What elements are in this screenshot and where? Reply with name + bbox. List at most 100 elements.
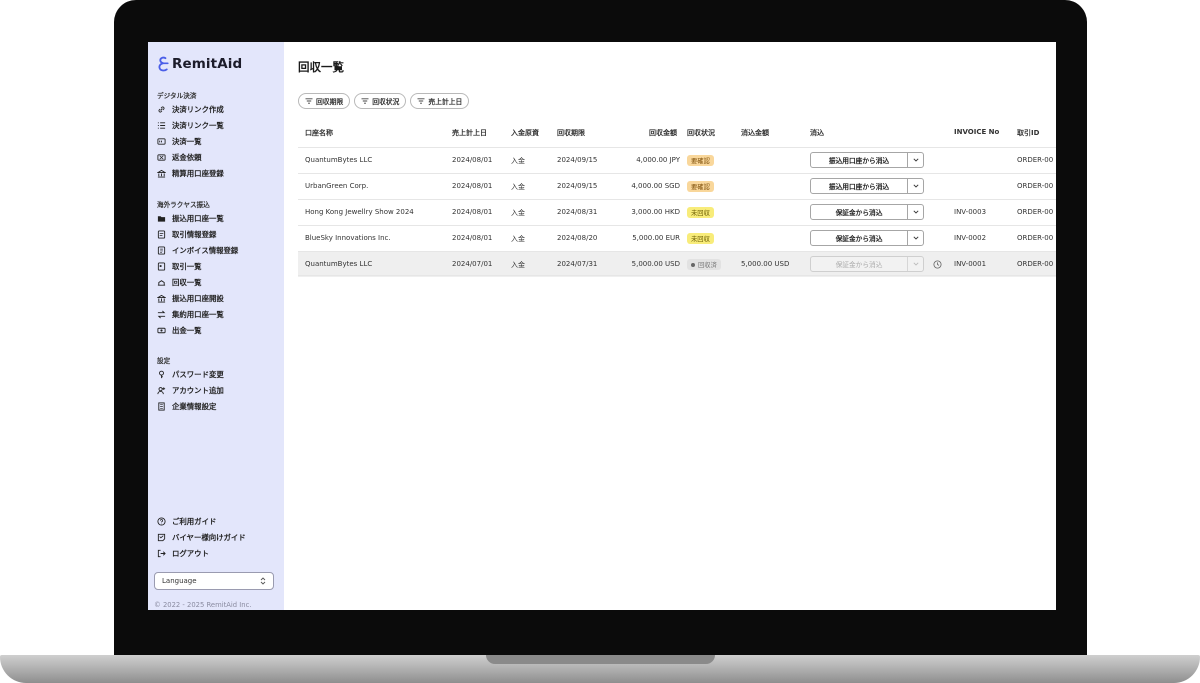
sidebar-item-label: パスワード変更	[172, 370, 224, 379]
sidebar-item-user-guide[interactable]: ご利用ガイド	[157, 516, 216, 527]
sidebar-item-transfer-account-open[interactable]: 振込用口座開設	[157, 293, 224, 304]
language-select[interactable]: Language	[154, 572, 274, 590]
table-bottom-divider	[298, 275, 1056, 276]
sidebar-item-label: 決済リンク作成	[172, 105, 224, 114]
cell-transaction-id: ORDER-00	[1017, 260, 1054, 268]
cell-cleared-amount: 5,000.00 USD	[741, 260, 790, 268]
sidebar-item-payment-link-list[interactable]: 決済リンク一覧	[157, 120, 224, 131]
cell-due-date: 2024/08/20	[557, 234, 598, 242]
page-title: 回収一覧	[298, 60, 344, 74]
clearing-dropdown-button[interactable]	[908, 179, 923, 193]
column-header-invoice-no[interactable]: INVOICE No	[954, 128, 999, 136]
form-icon	[157, 230, 166, 239]
laptop-notch	[486, 655, 715, 664]
sidebar-item-label: 振込用口座一覧	[172, 214, 224, 223]
cell-invoice-no: INV-0003	[954, 208, 987, 216]
sidebar-item-transaction-register[interactable]: 取引情報登録	[157, 229, 216, 240]
status-badge: 回収済	[687, 259, 721, 270]
cell-transaction-id: ORDER-00	[1017, 156, 1054, 164]
sidebar-item-refund-request[interactable]: 返金依頼	[157, 152, 202, 163]
sidebar-item-settlement-account[interactable]: 精算用口座登録	[157, 168, 224, 179]
clock-icon[interactable]	[933, 260, 942, 269]
cell-sales-date: 2024/08/01	[452, 156, 493, 164]
help-icon	[157, 517, 166, 526]
column-header-status[interactable]: 回収状況	[687, 128, 715, 138]
clearing-dropdown-button	[908, 257, 923, 271]
column-header-source[interactable]: 入金原資	[511, 128, 539, 138]
status-badge: 未回収	[687, 233, 714, 244]
column-header-sales-date[interactable]: 売上計上日	[452, 128, 487, 138]
column-header-clearing[interactable]: 消込	[810, 128, 824, 138]
filter-chip-label: 回収状況	[372, 98, 400, 106]
clearing-action-button[interactable]: 振込用口座から消込	[811, 179, 908, 193]
sidebar-item-payment-list[interactable]: 決済一覧	[157, 136, 202, 147]
cell-transaction-id: ORDER-00	[1017, 182, 1054, 190]
clearing-split-button: 保証金から消込	[810, 230, 924, 246]
collect-icon	[157, 278, 166, 287]
chevron-down-icon	[912, 262, 919, 266]
brand-mark-icon	[158, 56, 169, 72]
cell-invoice-no: INV-0001	[954, 260, 987, 268]
table-row[interactable]: Hong Kong Jewellry Show 2024 2024/08/01 …	[298, 199, 1056, 225]
column-header-cleared-amount[interactable]: 消込金額	[741, 128, 769, 138]
sidebar-item-collection-list[interactable]: 回収一覧	[157, 277, 202, 288]
column-header-transaction-id[interactable]: 取引ID	[1017, 128, 1039, 138]
user-add-icon	[157, 386, 166, 395]
table-row[interactable]: BlueSky Innovations Inc. 2024/08/01 入金 2…	[298, 225, 1056, 251]
status-badge-label: 要確認	[691, 184, 710, 191]
sidebar-item-label: アカウント追加	[172, 386, 224, 395]
cell-invoice-no: INV-0002	[954, 234, 987, 242]
cell-sales-date: 2024/08/01	[452, 182, 493, 190]
sidebar-item-label: 決済リンク一覧	[172, 121, 224, 130]
key-icon	[157, 370, 166, 379]
filter-chip-label: 回収期限	[316, 98, 344, 106]
status-badge: 要確認	[687, 181, 714, 192]
clearing-action-button: 保証金から消込	[811, 257, 908, 271]
clearing-action-button[interactable]: 保証金から消込	[811, 205, 908, 219]
sidebar-item-label: 出金一覧	[172, 326, 202, 335]
sidebar-item-logout[interactable]: ログアウト	[157, 548, 209, 559]
link-icon	[157, 105, 166, 114]
sidebar-item-password-change[interactable]: パスワード変更	[157, 369, 224, 380]
status-badge: 要確認	[687, 155, 714, 166]
filter-chip-status[interactable]: 回収状況	[354, 93, 407, 109]
sidebar: RemitAid デジタル決済 決済リンク作成 決済リンク一覧 決済一覧 返金依…	[148, 42, 284, 610]
cell-due-date: 2024/08/31	[557, 208, 598, 216]
table-row[interactable]: QuantumBytes LLC 2024/08/01 入金 2024/09/1…	[298, 147, 1056, 173]
card-icon	[157, 137, 166, 146]
clearing-split-button: 振込用口座から消込	[810, 152, 924, 168]
cell-sales-date: 2024/08/01	[452, 208, 493, 216]
clearing-dropdown-button[interactable]	[908, 153, 923, 167]
clearing-dropdown-button[interactable]	[908, 231, 923, 245]
column-header-amount[interactable]: 回収金額	[649, 128, 677, 138]
sidebar-item-create-payment-link[interactable]: 決済リンク作成	[157, 104, 224, 115]
cell-amount: 5,000.00 EUR	[632, 234, 680, 242]
section-title-settings: 設定	[157, 357, 171, 365]
sidebar-item-invoice-register[interactable]: インボイス情報登録	[157, 245, 238, 256]
sidebar-item-transfer-account-list[interactable]: 振込用口座一覧	[157, 213, 224, 224]
column-header-due-date[interactable]: 回収期限	[557, 128, 585, 138]
cell-sales-date: 2024/08/01	[452, 234, 493, 242]
column-header-account-name[interactable]: 口座名称	[305, 128, 333, 138]
table-row[interactable]: QuantumBytes LLC 2024/07/01 入金 2024/07/3…	[298, 251, 1056, 277]
section-title-digital-payment: デジタル決済	[157, 92, 197, 100]
clearing-dropdown-button[interactable]	[908, 205, 923, 219]
sidebar-item-account-add[interactable]: アカウント追加	[157, 385, 224, 396]
sidebar-item-consolidation-account-list[interactable]: 集約用口座一覧	[157, 309, 224, 320]
clearing-action-button[interactable]: 振込用口座から消込	[811, 153, 908, 167]
status-badge-label: 回収済	[698, 262, 717, 269]
sidebar-item-company-settings[interactable]: 企業情報設定	[157, 401, 216, 412]
table-row[interactable]: UrbanGreen Corp. 2024/08/01 入金 2024/09/1…	[298, 173, 1056, 199]
sidebar-item-label: バイヤー様向けガイド	[172, 533, 246, 542]
clearing-action-button[interactable]: 保証金から消込	[811, 231, 908, 245]
filter-icon	[305, 98, 313, 104]
sidebar-item-buyer-guide[interactable]: バイヤー様向けガイド	[157, 532, 246, 543]
main-content: 回収一覧 回収期限 回収状況 売上計上日 口座名称 売上計上日 入金原資 回収期…	[284, 42, 1056, 610]
bank-icon	[157, 294, 166, 303]
sidebar-item-transaction-list[interactable]: 取引一覧	[157, 261, 202, 272]
brand-logo[interactable]: RemitAid	[158, 56, 242, 72]
sidebar-item-label: 取引一覧	[172, 262, 202, 271]
filter-chip-sales-date[interactable]: 売上計上日	[410, 93, 470, 109]
filter-chip-due-date[interactable]: 回収期限	[298, 93, 351, 109]
sidebar-item-withdrawal-list[interactable]: 出金一覧	[157, 325, 202, 336]
